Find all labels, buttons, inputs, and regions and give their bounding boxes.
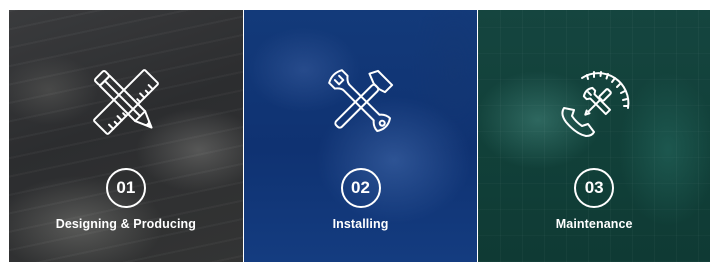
step-number-badge: 02 [340, 168, 381, 208]
service-title: Maintenance [555, 217, 633, 231]
step-number-badge: 03 [574, 168, 615, 208]
service-title: Designing & Producing [55, 217, 196, 231]
hammer-wrench-icon [321, 62, 401, 142]
service-panel-maintenance[interactable]: 03 Maintenance [477, 10, 711, 262]
pencil-ruler-icon [86, 62, 166, 142]
step-number-badge: 01 [105, 168, 146, 208]
service-title: Installing [332, 217, 389, 231]
service-panel-installing[interactable]: 02 Installing [242, 10, 478, 262]
phone-tools-gauge-icon [554, 62, 634, 142]
service-panel-designing[interactable]: 01 Designing & Producing [9, 10, 243, 262]
services-strip: 01 Designing & Producing 02 Installing 0… [9, 10, 711, 262]
